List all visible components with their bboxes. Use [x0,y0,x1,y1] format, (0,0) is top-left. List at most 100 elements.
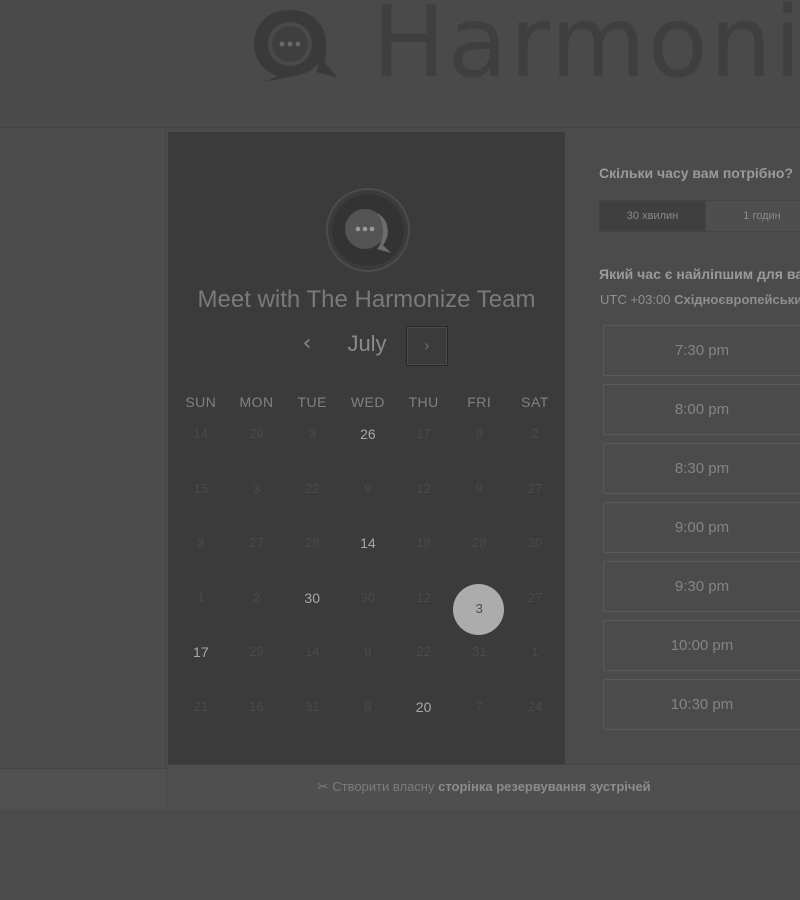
calendar-week-row: 21 16 31 9 20 7 24 [173,685,563,740]
booking-panel: Скільки часу вам потрібно? 30 хвилин 1 г… [566,132,800,764]
calendar-day: 27 [229,521,285,576]
weekday-label: MON [239,394,274,410]
duration-1-hour-button[interactable]: 1 годин [706,201,800,231]
brand-name: Harmoniz [372,0,800,100]
calendar-day-number: 27 [527,589,543,605]
calendar-week-row: 14 29 3 26 17 9 2 [173,412,563,467]
calendar-day-number: 7 [475,698,483,714]
calendar-day-number: 14 [304,644,320,660]
time-slot-button[interactable]: 9:30 pm [603,561,800,612]
calendar-day-number: 9 [364,698,372,714]
calendar-day-number: 9 [475,480,483,496]
month-navigator: ‹ July › [168,325,565,367]
time-slot-button[interactable]: 10:30 pm [603,679,800,730]
event-title: Meet with The Harmonize Team [197,286,536,313]
calendar-day-number: 3 [475,600,483,616]
calendar-day: 21 [173,685,229,740]
time-slot-label: 8:00 pm [674,401,730,418]
calendar-grid: 14 29 3 26 17 9 2 15 3 22 9 12 9 27 3 27 28 14 18 28 30 1 2 30 3… [173,412,563,740]
calendar-day: 2 [229,576,285,631]
calendar-day-number: 2 [531,426,539,441]
calendar-day-number: 27 [249,535,264,551]
calendar-day: 12 [396,467,452,522]
time-question: Який час є найліпшим для вас? [599,266,800,282]
calendar-day-number: 22 [304,480,320,496]
calendar-day: 14 [284,630,340,685]
calendar-day-number: 16 [249,698,264,714]
timezone-selector[interactable]: UTC +03:00 Східноєвропейський час [600,292,800,307]
create-booking-page-link[interactable]: ✂ Створити власну сторінка резервування з… [168,779,800,795]
calendar-day-number: 28 [472,535,487,551]
calendar-day-number: 1 [197,589,205,605]
duration-question: Скільки часу вам потрібно? [599,165,794,181]
time-slot-button[interactable]: 8:30 pm [603,443,800,494]
time-slot-button[interactable]: 8:00 pm [603,384,800,435]
time-slot-label: 10:30 pm [670,696,734,713]
time-slot-button[interactable]: 7:30 pm [603,325,800,376]
calendar-day[interactable]: 30 [284,576,340,631]
calendar-day-number: 31 [304,698,320,714]
footer-bar: ✂ Створити власну сторінка резервування з… [168,764,800,810]
calendar-day: 3 [173,521,229,576]
calendar-day-number: 30 [304,589,320,606]
calendar-day-number: 21 [193,698,209,714]
calendar-day: 22 [284,467,340,522]
time-slot-button[interactable]: 9:00 pm [603,502,800,553]
calendar-day-number: 12 [416,589,431,605]
calendar-day-number: 30 [527,535,543,551]
calendar-day-number: 29 [249,426,264,441]
time-slot-label: 9:30 pm [674,578,730,595]
calendar-day-number: 1 [531,644,539,660]
calendar-week-row: 17 29 14 9 22 31 1 [173,630,563,685]
logo-icon [254,10,338,82]
duration-30-min-button[interactable]: 30 хвилин [600,201,707,231]
calendar-day: 22 [396,630,452,685]
calendar-day: 14 [173,412,229,467]
calendar-week-row: 3 27 28 14 18 28 30 [173,521,563,576]
calendar-day-number: 3 [252,480,261,496]
time-slot-label: 9:00 pm [674,519,730,536]
calendar-day[interactable]: 26 [340,412,396,467]
site-header: Harmoniz [0,0,800,128]
calendar-day: 16 [229,685,285,740]
time-slot-button[interactable]: 10:00 pm [603,620,800,671]
weekday-label: THU [408,394,439,410]
calendar-day: 28 [451,521,507,576]
calendar-day-number: 17 [416,426,431,441]
prev-month-button[interactable]: ‹ [296,329,318,359]
left-footer-strip [0,768,166,810]
calendar-day: 9 [451,412,507,467]
time-slot-label: 10:00 pm [670,637,734,654]
calendar-day-number: 20 [415,698,432,715]
calendar-day: 9 [451,467,507,522]
calendar-day[interactable]: 14 [340,521,396,576]
calendar-day[interactable]: 17 [173,630,229,685]
calendar-day: 7 [451,685,507,740]
calendar-day: 27 [507,467,563,522]
calendar-day-number: 14 [193,426,209,441]
calendar-day-number: 15 [193,480,209,496]
calendar-day: 3 [229,467,285,522]
calendar-day: 9 [340,630,396,685]
calendar-day-number: 9 [364,480,372,496]
calendar-day: 15 [173,467,229,522]
calendar-day: 1 [173,576,229,631]
calendar-day: 27 [507,576,563,631]
calendar-day[interactable]: 20 [396,685,452,740]
calendar-day-number: 27 [527,480,543,496]
calendar-day-number: 30 [360,589,376,605]
time-slot-label: 7:30 pm [674,342,730,359]
weekday-label: TUE [297,394,327,410]
calendar-day-number: 29 [249,644,264,660]
calendar-day-number: 9 [475,426,483,441]
left-margin-panel [0,128,166,768]
calendar-day-number: 18 [416,535,431,551]
calendar-day: 12 [396,576,452,631]
calendar-week-row: 15 3 22 9 12 9 27 [173,467,563,522]
calendar-day-selected[interactable]: 3 [451,576,507,635]
calendar-day: 28 [284,521,340,576]
next-month-button[interactable]: › [406,326,448,366]
calendar-day: 17 [396,412,452,467]
time-slot-label: 8:30 pm [674,460,730,477]
duration-selector: 30 хвилин 1 годин [599,200,800,232]
